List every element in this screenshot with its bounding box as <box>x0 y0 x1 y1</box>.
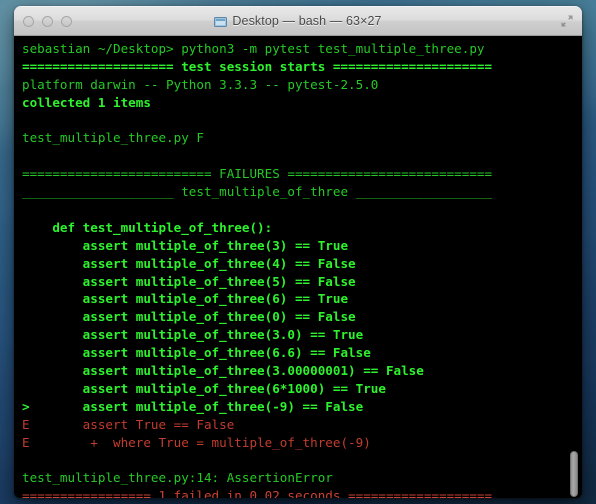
terminal-text: sebastian ~/Desktop> python3 -m pytest t… <box>22 40 582 498</box>
terminal-line: platform darwin -- Python 3.3.3 -- pytes… <box>22 76 379 92</box>
terminal-line: assert multiple_of_three(6.6) == False <box>22 345 371 361</box>
terminal-line: ========================= FAILURES =====… <box>22 166 493 182</box>
terminal-line: assert multiple_of_three(0) == False <box>22 309 356 325</box>
terminal-line: E + where True = multiple_of_three(-9) <box>22 434 371 450</box>
vertical-scrollbar[interactable] <box>567 36 582 498</box>
terminal-line: E assert True == False <box>22 416 235 432</box>
window-titlebar[interactable]: Desktop — bash — 63×27 <box>14 6 582 36</box>
terminal-line: ____________________ test_multiple_of_th… <box>22 184 493 200</box>
terminal-window: Desktop — bash — 63×27 sebastian ~/Deskt… <box>14 6 582 498</box>
terminal-line: ==================== test session starts… <box>22 58 493 74</box>
terminal-line: collected 1 items <box>22 94 151 110</box>
terminal-line: assert multiple_of_three(3.00000001) == … <box>22 363 424 379</box>
scrollbar-thumb[interactable] <box>570 451 578 497</box>
terminal-line: sebastian ~/Desktop> python3 -m pytest t… <box>22 41 485 56</box>
close-button[interactable] <box>23 15 34 27</box>
zoom-button[interactable] <box>61 15 72 27</box>
terminal-line: > assert multiple_of_three(-9) == False <box>22 398 364 414</box>
terminal-line: def test_multiple_of_three(): <box>22 219 273 235</box>
fullscreen-arrows-icon[interactable] <box>560 14 574 28</box>
window-controls <box>23 7 72 35</box>
terminal-line: assert multiple_of_three(3) == True <box>22 237 349 253</box>
window-title: Desktop — bash — 63×27 <box>214 14 381 28</box>
terminal-line: assert multiple_of_three(5) == False <box>22 273 356 289</box>
terminal-line: test_multiple_three.py F <box>22 130 204 146</box>
window-title-text: Desktop — bash — 63×27 <box>232 14 382 28</box>
terminal-line: assert multiple_of_three(3.0) == True <box>22 327 364 343</box>
terminal-output-area[interactable]: sebastian ~/Desktop> python3 -m pytest t… <box>14 36 582 498</box>
folder-icon <box>214 16 228 27</box>
terminal-line: assert multiple_of_three(4) == False <box>22 255 356 271</box>
minimize-button[interactable] <box>42 15 53 27</box>
terminal-line: ================= 1 failed in 0.02 secon… <box>22 488 493 498</box>
terminal-line: test_multiple_three.py:14: AssertionErro… <box>22 470 333 486</box>
terminal-line: assert multiple_of_three(6) == True <box>22 291 349 307</box>
terminal-line: assert multiple_of_three(6*1000) == True <box>22 380 386 396</box>
